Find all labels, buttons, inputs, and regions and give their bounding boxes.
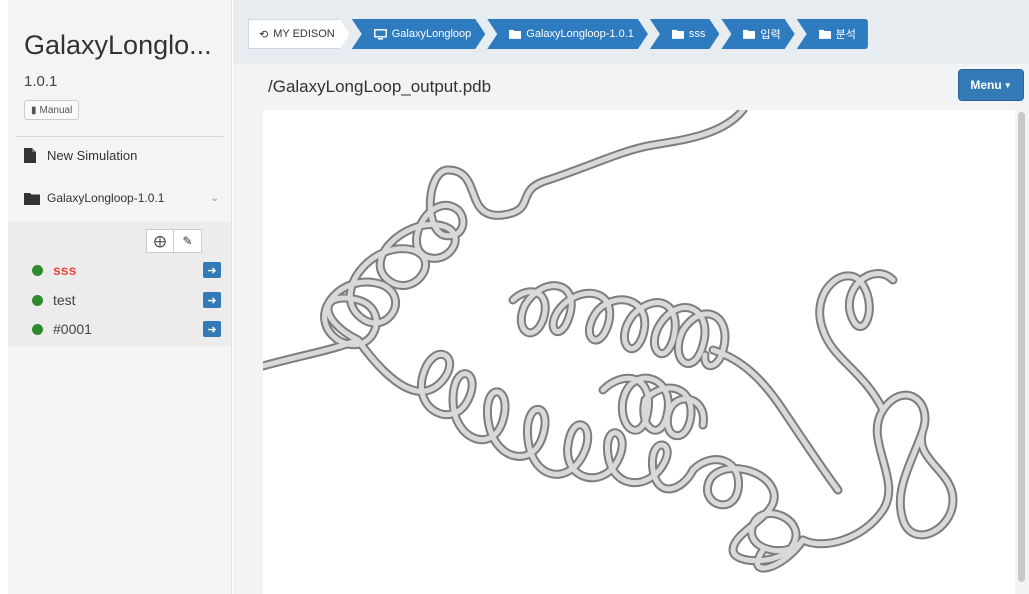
breadcrumb: ⟲ MY EDISON GalaxyLongloop GalaxyLongloo… (248, 19, 870, 49)
chevron-down-icon: ⌄ (210, 192, 219, 204)
breadcrumb-input-label: 입력 (760, 29, 781, 41)
edit-icon: ✎ (182, 234, 193, 248)
breadcrumb-app-label: GalaxyLongloop (391, 28, 472, 40)
folder-icon (743, 29, 755, 39)
add-job-button[interactable]: ⨁ (146, 229, 174, 253)
breadcrumb-job-label: sss (688, 28, 706, 40)
folder-icon (24, 192, 40, 205)
viewer-scrollbar-thumb[interactable] (1018, 112, 1025, 582)
plus-circle-icon: ⨁ (154, 234, 166, 248)
job-tools: ⨁ ✎ (146, 229, 202, 253)
file-title: /GalaxyLongLoop_output.pdb (268, 77, 492, 96)
app-version: 1.0.1 (24, 73, 58, 90)
menu-button[interactable]: Menu ▼ (958, 69, 1024, 101)
top-bar: ⟲ MY EDISON GalaxyLongloop GalaxyLongloo… (233, 0, 1029, 64)
job-item-test[interactable]: test ➜ (32, 290, 221, 310)
breadcrumb-analysis[interactable]: 분석 (796, 19, 868, 49)
status-dot (32, 294, 43, 306)
breadcrumb-input[interactable]: 입력 (721, 19, 794, 49)
arrow-right-icon[interactable]: ➜ (203, 262, 221, 278)
folder-icon (672, 29, 684, 39)
breadcrumb-analysis-label: 분석 (835, 29, 856, 41)
job-name: test (53, 292, 76, 308)
job-panel: ⨁ ✎ sss ➜ test ➜ #0001 ➜ (8, 222, 231, 346)
protein-backbone-render (263, 110, 958, 573)
sidebar-divider (16, 136, 223, 137)
job-name: sss (53, 262, 77, 278)
edit-job-button[interactable]: ✎ (174, 229, 202, 253)
viewer-left-gutter (233, 110, 263, 594)
desktop-icon (374, 29, 387, 40)
status-dot (32, 264, 43, 276)
breadcrumb-home-label: MY EDISON (273, 28, 335, 40)
caret-down-icon: ▼ (1003, 80, 1012, 90)
breadcrumb-home[interactable]: ⟲ MY EDISON (248, 19, 350, 49)
manual-button-label: Manual (39, 104, 73, 116)
folder-icon (509, 29, 521, 39)
new-simulation-label: New Simulation (47, 148, 138, 163)
content-header: /GalaxyLongLoop_output.pdb Menu ▼ (233, 64, 1029, 110)
job-name: #0001 (53, 321, 92, 337)
history-icon: ⟲ (259, 28, 269, 41)
app-title: GalaxyLonglo... (24, 30, 212, 60)
arrow-right-icon[interactable]: ➜ (203, 292, 221, 308)
breadcrumb-folder[interactable]: GalaxyLongloop-1.0.1 (487, 19, 648, 49)
breadcrumb-folder-label: GalaxyLongloop-1.0.1 (526, 28, 634, 40)
folder-selector[interactable]: GalaxyLongloop-1.0.1 ⌄ (24, 191, 219, 205)
new-simulation-button[interactable]: New Simulation (24, 148, 137, 163)
breadcrumb-job[interactable]: sss (650, 19, 720, 49)
job-item-0001[interactable]: #0001 ➜ (32, 319, 221, 339)
job-item-sss[interactable]: sss ➜ (32, 260, 221, 280)
molecule-viewer[interactable] (263, 110, 1015, 594)
menu-button-label: Menu (970, 78, 1002, 92)
arrow-right-icon[interactable]: ➜ (203, 321, 221, 337)
manual-button[interactable]: ▮ Manual (24, 100, 80, 120)
status-dot (32, 323, 43, 335)
book-icon: ▮ (31, 104, 37, 116)
sidebar: GalaxyLonglo... 1.0.1 ▮ Manual New Simul… (8, 0, 232, 594)
folder-icon (818, 29, 831, 39)
breadcrumb-app[interactable]: GalaxyLongloop (352, 19, 486, 49)
file-icon (24, 148, 36, 163)
folder-label: GalaxyLongloop-1.0.1 (47, 191, 165, 205)
